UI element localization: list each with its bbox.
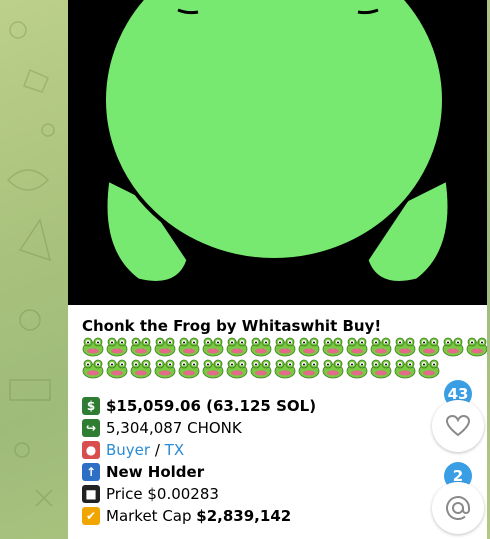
detail-text: 5,304,087 CHONK bbox=[106, 419, 242, 437]
frog-face-icon bbox=[346, 359, 368, 379]
up-arrow-icon: ↑ bbox=[82, 463, 100, 481]
frog-face-icon bbox=[322, 359, 344, 379]
buy-details: $ $15,059.06 (63.125 SOL) ↪ 5,304,087 CHONK… bbox=[82, 395, 477, 527]
separator: / bbox=[150, 441, 165, 459]
frog-face-icon bbox=[82, 337, 104, 357]
frog-face-icon bbox=[298, 359, 320, 379]
frog-face-icon bbox=[154, 359, 176, 379]
message-title: Chonk the Frog by Whitaswhit Buy! bbox=[82, 317, 382, 335]
frog-face-icon bbox=[394, 359, 416, 379]
detail-text: $15,059.06 (63.125 SOL) bbox=[106, 397, 317, 415]
stop-button-icon: ■ bbox=[82, 485, 100, 503]
person-icon: ● bbox=[82, 441, 100, 459]
heart-icon bbox=[445, 414, 471, 437]
frog-face-icon bbox=[466, 337, 487, 357]
at-sign-icon bbox=[446, 496, 470, 520]
tx-link[interactable]: TX bbox=[165, 441, 184, 459]
wallpaper-doodles bbox=[6, 21, 55, 507]
frog-face-icon bbox=[226, 337, 248, 357]
frog-face-icon bbox=[178, 359, 200, 379]
frog-emoji-block bbox=[82, 337, 487, 381]
frog-face-icon bbox=[202, 359, 224, 379]
market-cap-value: $2,839,142 bbox=[196, 507, 292, 525]
mention-button[interactable] bbox=[432, 482, 484, 534]
detail-line: $ $15,059.06 (63.125 SOL) bbox=[82, 395, 477, 417]
frog-emoji-row bbox=[82, 337, 487, 359]
detail-line: ■ Price $0.00283 bbox=[82, 483, 477, 505]
frog-face-icon bbox=[442, 337, 464, 357]
frog-face-icon bbox=[418, 359, 440, 379]
share-arrow-icon: ↪ bbox=[82, 419, 100, 437]
buyer-tx-links: Buyer / TX bbox=[106, 439, 184, 461]
detail-text: Price $0.00283 bbox=[106, 485, 219, 503]
frog-face-icon bbox=[394, 337, 416, 357]
detail-line: ● Buyer / TX bbox=[82, 439, 477, 461]
check-mark-icon: ✔ bbox=[82, 507, 100, 525]
frog-illustration bbox=[68, 0, 487, 305]
frog-face-icon bbox=[106, 337, 128, 357]
frog-face-icon bbox=[202, 337, 224, 357]
buyer-link[interactable]: Buyer bbox=[106, 441, 150, 459]
market-cap-label: Market Cap bbox=[106, 507, 197, 525]
dollar-icon: $ bbox=[82, 397, 100, 415]
detail-text: New Holder bbox=[106, 463, 205, 481]
frog-face-icon bbox=[82, 359, 104, 379]
detail-line: ↑ New Holder bbox=[82, 461, 477, 483]
frog-face-icon bbox=[226, 359, 248, 379]
frog-face-icon bbox=[130, 337, 152, 357]
frog-face-icon bbox=[250, 337, 272, 357]
frog-face-icon bbox=[106, 359, 128, 379]
detail-line: ✔ Market Cap $2,839,142 bbox=[82, 505, 477, 527]
frog-face-icon bbox=[298, 337, 320, 357]
frog-face-icon bbox=[370, 359, 392, 379]
frog-face-icon bbox=[154, 337, 176, 357]
frog-face-icon bbox=[346, 337, 368, 357]
message-text: Chonk the Frog by Whitaswhit Buy! $ $15,… bbox=[82, 315, 487, 527]
reaction-button[interactable] bbox=[432, 400, 484, 452]
frog-face-icon bbox=[370, 337, 392, 357]
frog-face-icon bbox=[178, 337, 200, 357]
frog-face-icon bbox=[418, 337, 440, 357]
detail-line: ↪ 5,304,087 CHONK bbox=[82, 417, 477, 439]
market-cap: Market Cap $2,839,142 bbox=[106, 505, 291, 527]
frog-face-icon bbox=[322, 337, 344, 357]
message-media-image[interactable] bbox=[68, 0, 487, 305]
frog-face-icon bbox=[274, 359, 296, 379]
frog-emoji-row bbox=[82, 359, 477, 381]
frog-face-icon bbox=[130, 359, 152, 379]
frog-face-icon bbox=[274, 337, 296, 357]
frog-face-icon bbox=[250, 359, 272, 379]
message-bubble: Chonk the Frog by Whitaswhit Buy! $ $15,… bbox=[68, 0, 487, 539]
